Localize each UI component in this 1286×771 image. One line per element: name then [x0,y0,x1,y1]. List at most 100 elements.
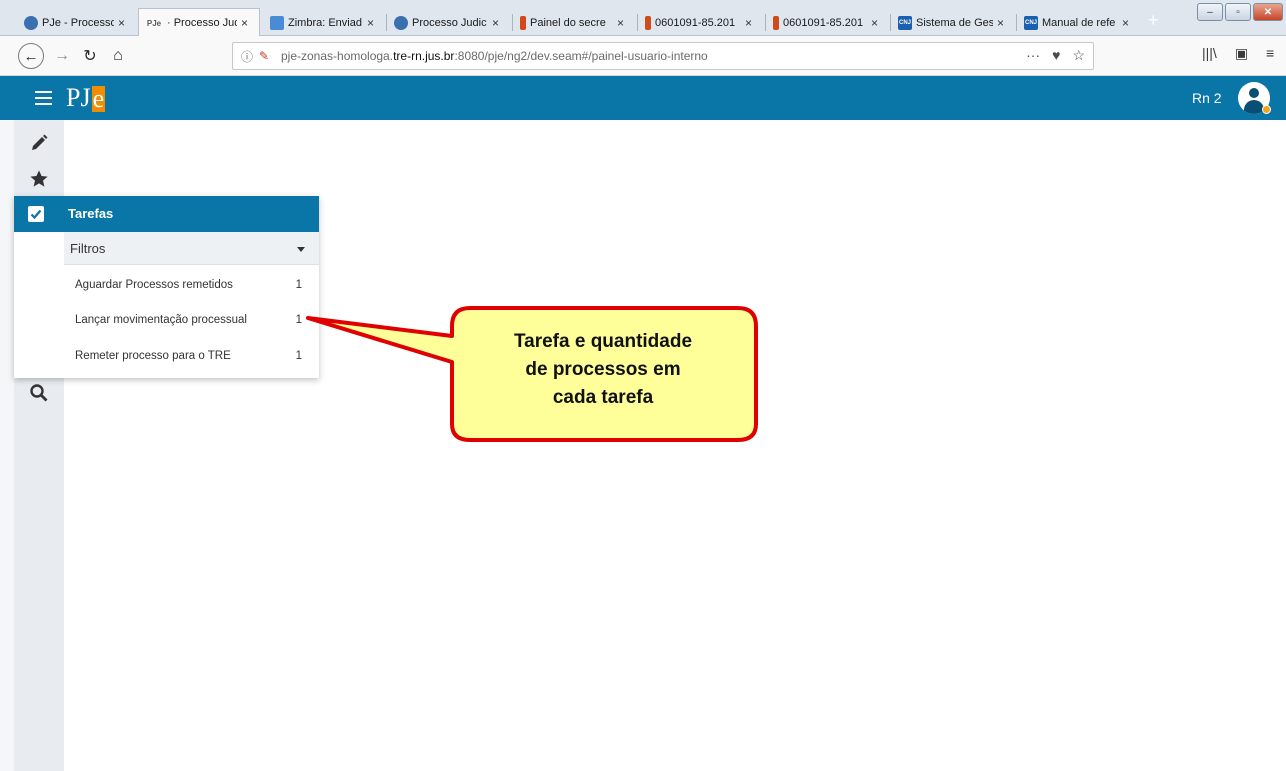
pencil-icon[interactable] [14,128,64,158]
forward-button[interactable]: → [52,44,72,68]
browser-tab[interactable]: PJe - Processo × [18,9,136,36]
task-item[interactable]: Lançar movimentação processual 1 [64,304,319,338]
task-item[interactable]: Aguardar Processos remetidos 1 [64,269,319,303]
page-actions-icon[interactable]: ··· [1026,47,1040,64]
filters-dropdown[interactable]: Filtros [64,232,319,265]
close-icon[interactable]: × [241,16,253,30]
browser-tab-strip: PJe - Processo × PJe · Processo Judi × Z… [0,0,1286,37]
browser-tab[interactable]: Processo Judic × [388,9,510,36]
tasks-panel-header[interactable]: Tarefas [14,196,319,232]
new-tab-button[interactable]: + [1148,10,1159,31]
browser-nav-bar: ← → ↻ ⌂ ⓘ ✎ pje-zonas-homologa.tre-rn.ju… [0,36,1286,76]
browser-tab[interactable]: Painel do secre × [514,9,635,36]
close-icon[interactable]: × [617,16,629,30]
tse-icon [645,15,651,30]
toolbar-right: |||\ ▣ ≡ [1202,45,1274,62]
avatar-head [1249,88,1259,98]
task-name: Aguardar Processos remetidos [75,279,233,291]
minimize-button[interactable]: – [1197,3,1223,21]
address-bar[interactable]: ⓘ ✎ pje-zonas-homologa.tre-rn.jus.br:808… [232,42,1094,70]
tab-separator [1016,14,1017,31]
back-button[interactable]: ← [18,43,44,69]
tasks-panel: Tarefas Filtros Aguardar Processos remet… [14,196,319,378]
browser-tab[interactable]: Zimbra: Enviad × [264,9,385,36]
task-count: 1 [295,350,302,362]
url-suffix: :8080/pje/ng2/dev.seam#/painel-usuario-i… [454,49,708,63]
tab-title: Painel do secre [530,16,606,29]
task-count: 1 [295,279,302,291]
tab-title: Sistema de Ges [916,16,993,29]
tab-title: Zimbra: Enviad [288,16,362,29]
reload-button[interactable]: ↻ [80,44,100,68]
callout-line: de processos em [525,359,681,380]
info-icon: ⓘ [241,49,254,64]
close-icon[interactable]: × [745,16,757,30]
avatar-body [1244,100,1264,114]
close-icon[interactable]: × [118,16,130,30]
callout-line: Tarefa e quantidade [513,331,693,352]
url-domain: tre-rn.jus.br [393,49,455,63]
hamburger-menu-icon[interactable] [35,87,52,107]
tab-title: Processo Judic [412,16,487,29]
browser-tab[interactable]: CNJ Manual de refe × [1018,9,1140,36]
close-icon[interactable]: × [871,16,883,30]
app-header: PJ e Rn 2 [0,76,1286,120]
left-edge [0,120,14,771]
checkbox-icon [28,206,44,222]
tse-icon [773,15,779,30]
pje-logo[interactable]: PJ e [66,82,106,113]
browser-tab[interactable]: 0601091-85.201 × [767,9,889,36]
insecure-lock-icon: ✎ [259,49,270,63]
pje-globe-icon [394,15,408,30]
cnj-icon: CNJ [898,15,912,30]
callout-text: Tarefa e quantidade de processos em cada… [458,328,748,412]
window-close-button[interactable]: ✕ [1253,3,1283,21]
pje-globe-icon [24,15,38,30]
close-icon[interactable]: × [1122,16,1134,30]
status-dot [1262,105,1271,114]
close-icon[interactable]: × [492,16,504,30]
sidebar-toggle-icon[interactable]: ▣ [1235,45,1248,62]
tab-title: 0601091-85.201 [783,16,864,29]
maximize-button[interactable]: ▫ [1225,3,1251,21]
tse-icon [520,15,526,30]
browser-tab-active[interactable]: PJe · Processo Judi × [138,8,260,37]
menu-icon[interactable]: ≡ [1266,45,1274,62]
tab-title: PJe - Processo [42,16,114,29]
browser-tab[interactable]: CNJ Sistema de Ges × [892,9,1015,36]
callout-line: cada tarefa [552,387,654,408]
tab-title: 0601091-85.201 [655,16,736,29]
url-actions: ··· ♥ ☆ [1026,47,1085,64]
task-name: Remeter processo para o TRE [75,350,231,362]
url-prefix: pje-zonas-homologa. [281,49,394,63]
cnj-icon: CNJ [1024,15,1038,30]
tab-separator [386,14,387,31]
tab-separator [765,14,766,31]
url-text: pje-zonas-homologa.tre-rn.jus.br:8080/pj… [281,49,708,63]
task-count: 1 [295,314,302,326]
tasks-title: Tarefas [68,206,114,221]
library-icon[interactable]: |||\ [1202,45,1217,62]
site-info[interactable]: ⓘ ✎ [241,48,277,65]
filters-label: Filtros [70,241,106,256]
pocket-icon[interactable]: ♥ [1052,47,1060,64]
user-name[interactable]: Rn 2 [1192,90,1222,106]
tab-separator [890,14,891,31]
home-button[interactable]: ⌂ [108,44,128,68]
task-name: Lançar movimentação processual [75,314,247,326]
tab-separator [637,14,638,31]
chevron-down-icon [297,247,305,252]
tab-title: Manual de refe [1042,16,1116,29]
bookmark-star-icon[interactable]: ☆ [1072,47,1085,64]
tab-separator [512,14,513,31]
pje-logo-icon: PJe [146,18,162,28]
close-icon[interactable]: × [997,16,1009,30]
star-icon[interactable] [14,164,64,194]
tab-title: · Processo Judi [167,17,237,29]
logo-pj: PJ [66,83,91,112]
browser-tab[interactable]: 0601091-85.201 × [639,9,763,36]
task-item[interactable]: Remeter processo para o TRE 1 [64,340,319,374]
close-icon[interactable]: × [367,16,379,30]
search-icon[interactable] [14,378,64,408]
logo-e: e [91,84,106,113]
